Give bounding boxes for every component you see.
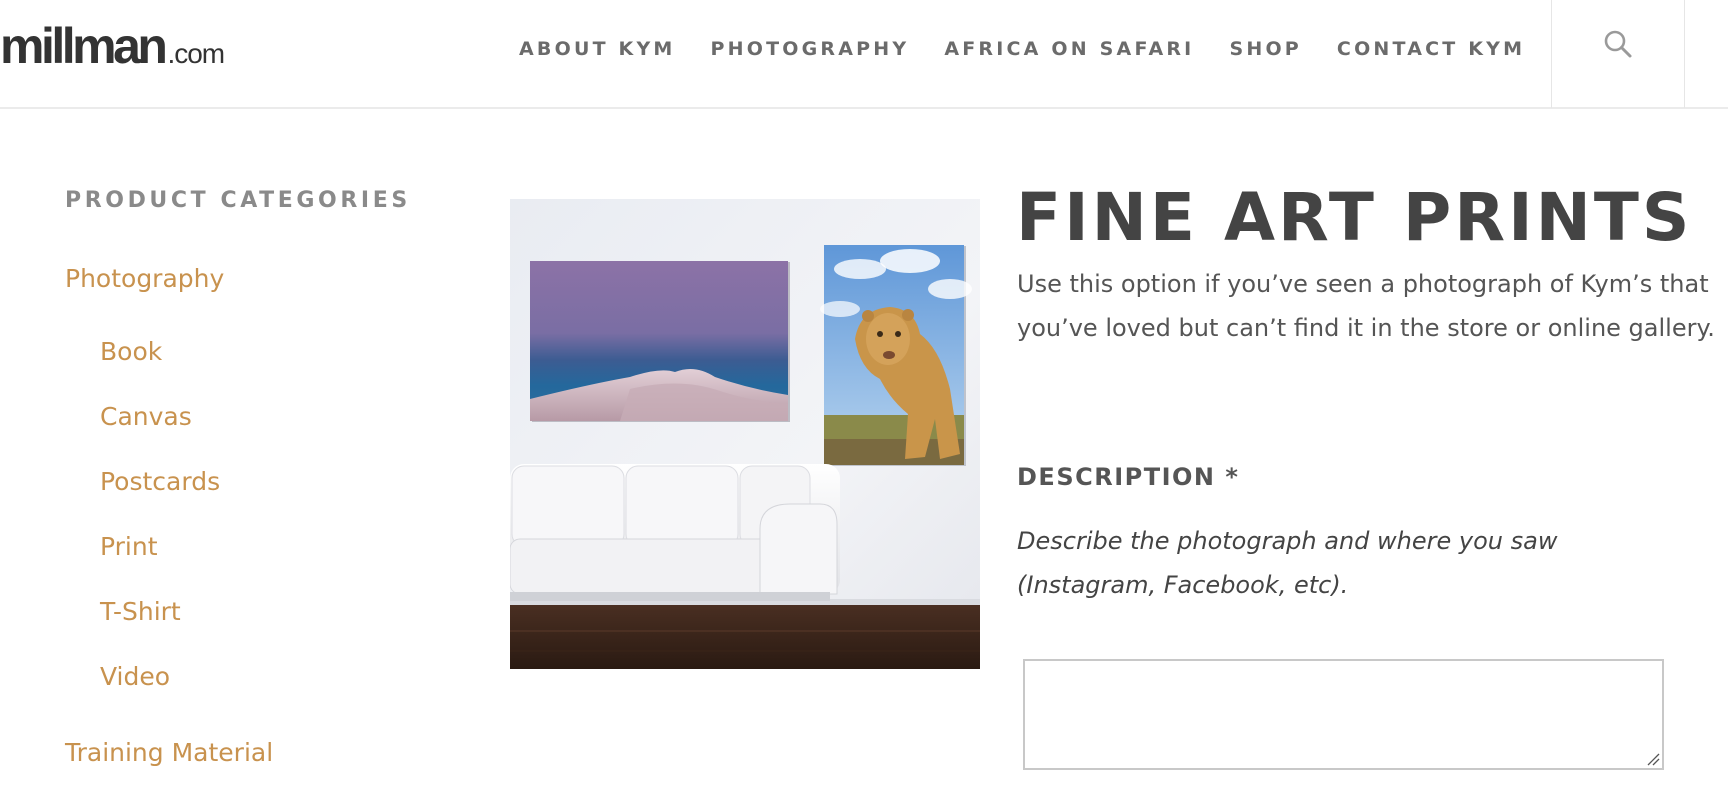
description-field[interactable] [1023, 659, 1664, 770]
search-icon [1604, 30, 1632, 58]
main-nav: ABOUT KYM PHOTOGRAPHY AFRICA ON SAFARI S… [519, 34, 1525, 64]
category-t-shirt[interactable]: T-Shirt [100, 597, 181, 626]
category-training-material[interactable]: Training Material [65, 738, 273, 767]
header-divider-right [1684, 0, 1685, 108]
logo-wordmark: millman [0, 18, 168, 74]
nav-photography[interactable]: PHOTOGRAPHY [711, 38, 910, 60]
description-hint: Describe the photograph and where you sa… [1017, 527, 1558, 599]
search-button[interactable] [1552, 0, 1684, 108]
nav-contact-kym[interactable]: CONTACT KYM [1337, 38, 1525, 60]
category-video[interactable]: Video [100, 662, 170, 691]
category-postcards[interactable]: Postcards [100, 467, 220, 496]
category-photography[interactable]: Photography [65, 264, 224, 293]
nav-shop[interactable]: SHOP [1229, 38, 1301, 60]
category-book[interactable]: Book [100, 337, 162, 366]
product-title: FINE ART PRINTS [1016, 179, 1693, 256]
resize-handle-icon[interactable] [1646, 752, 1660, 766]
category-print[interactable]: Print [100, 532, 158, 561]
description-label: DESCRIPTION * [1017, 463, 1240, 491]
logo-suffix: .com [167, 38, 225, 69]
category-canvas[interactable]: Canvas [100, 402, 192, 431]
site-logo[interactable]: millman .com [0, 16, 225, 76]
site-header: millman .com ABOUT KYM PHOTOGRAPHY AFRIC… [0, 0, 1728, 109]
sidebar-heading: PRODUCT CATEGORIES [65, 188, 411, 213]
product-mockup-image[interactable] [510, 199, 980, 669]
nav-about-kym[interactable]: ABOUT KYM [519, 38, 676, 60]
product-intro: Use this option if you’ve seen a photogr… [1017, 270, 1715, 342]
nav-africa-on-safari[interactable]: AFRICA ON SAFARI [944, 38, 1194, 60]
